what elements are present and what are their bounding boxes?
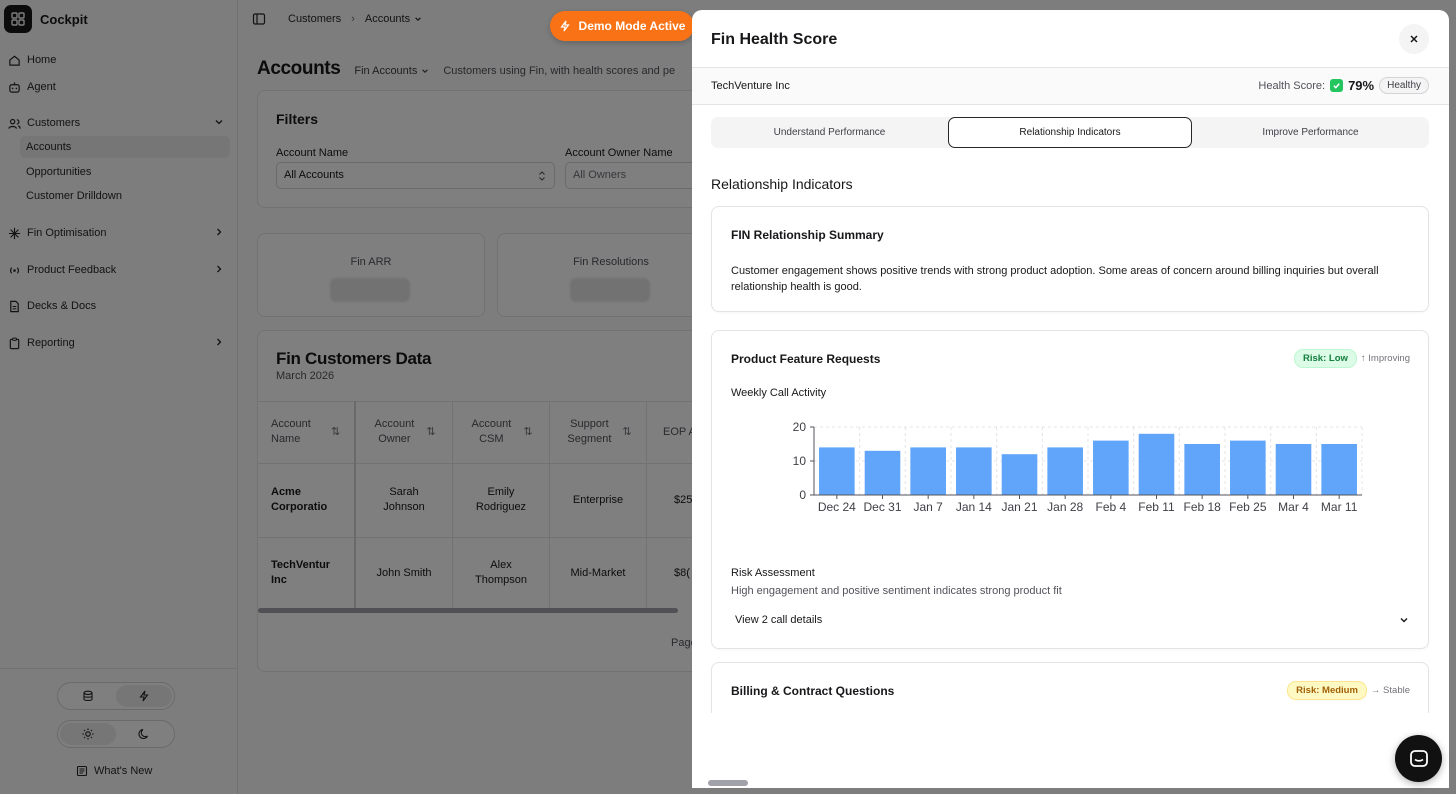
- x-tick-label: Feb 25: [1229, 500, 1267, 514]
- x-tick-label: Mar 4: [1278, 500, 1309, 514]
- chart-bar: [1138, 433, 1175, 495]
- health-score: Health Score: 79% Healthy: [1258, 77, 1429, 94]
- x-tick-label: Mar 11: [1321, 500, 1358, 514]
- health-score-value: 79%: [1348, 78, 1375, 93]
- y-tick-label: 20: [793, 420, 807, 434]
- close-icon: [1410, 35, 1418, 43]
- risk-indicator: Risk: Medium → Stable: [1287, 681, 1410, 700]
- tab-relationship-indicators[interactable]: Relationship Indicators: [948, 117, 1192, 148]
- account-name: TechVenture Inc: [711, 80, 790, 92]
- chart-bar: [819, 447, 855, 495]
- chat-icon: [1409, 749, 1428, 767]
- tab-improve-performance[interactable]: Improve Performance: [1192, 117, 1429, 148]
- call-details-toggle[interactable]: View 2 call details: [735, 614, 1409, 626]
- risk-indicator: Risk: Low ↑ Improving: [1294, 349, 1410, 368]
- chevron-down-icon: [1400, 618, 1408, 623]
- summary-text: Customer engagement shows positive trend…: [731, 265, 1379, 293]
- tab-understand-performance[interactable]: Understand Performance: [711, 117, 948, 148]
- x-tick-label: Jan 28: [1047, 500, 1083, 514]
- modal-footer-fade: [692, 713, 1449, 788]
- relationship-summary-card: FIN Relationship Summary Customer engage…: [711, 206, 1429, 312]
- x-tick-label: Feb 11: [1138, 500, 1175, 514]
- y-tick-label: 10: [793, 454, 807, 468]
- x-tick-label: Jan 7: [913, 500, 943, 514]
- x-tick-label: Dec 31: [863, 500, 901, 514]
- y-tick-label: 0: [799, 488, 806, 502]
- billing-title: Billing & Contract Questions: [731, 684, 895, 698]
- modal-tabs: Understand Performance Relationship Indi…: [711, 117, 1429, 148]
- health-status-badge: Healthy: [1379, 77, 1429, 94]
- x-tick-label: Jan 21: [1001, 500, 1037, 514]
- close-button[interactable]: [1399, 24, 1429, 54]
- tab-label: Relationship Indicators: [1019, 127, 1121, 138]
- risk-assessment-text: High engagement and positive sentiment i…: [731, 585, 1062, 597]
- chart-bar: [1321, 444, 1357, 495]
- lightning-icon: [559, 20, 570, 32]
- chat-launcher-button[interactable]: [1395, 735, 1442, 782]
- feature-requests-title: Product Feature Requests: [731, 352, 881, 366]
- chart-bar: [1275, 444, 1312, 495]
- trend-improving: ↑ Improving: [1360, 353, 1410, 364]
- chart-bar: [1184, 444, 1220, 495]
- weekly-call-activity-chart: 0 10 20 Dec 24 Dec 31 Jan 7 Jan 14 Jan 21 Jan 28…: [793, 420, 1363, 514]
- chart-bar: [1093, 440, 1129, 495]
- risk-medium-badge: Risk: Medium: [1287, 681, 1367, 700]
- demo-mode-label: Demo Mode Active: [578, 19, 686, 33]
- account-bar: TechVenture Inc Health Score: 79% Health…: [692, 67, 1449, 105]
- risk-low-badge: Risk: Low: [1294, 349, 1357, 368]
- chart-bar: [910, 447, 946, 495]
- health-score-modal: Fin Health Score TechVenture Inc Health …: [692, 10, 1449, 788]
- section-title: Relationship Indicators: [711, 176, 853, 192]
- x-tick-label: Feb 4: [1095, 500, 1126, 514]
- chart-title: Weekly Call Activity: [731, 387, 827, 399]
- tab-label: Understand Performance: [773, 127, 886, 138]
- modal-title: Fin Health Score: [711, 31, 838, 48]
- x-tick-label: Dec 24: [818, 500, 856, 514]
- x-tick-label: Feb 18: [1183, 500, 1221, 514]
- check-icon: [1330, 79, 1344, 92]
- chart-bar: [864, 450, 901, 495]
- chart-bar: [956, 447, 992, 495]
- call-details-label: View 2 call details: [735, 614, 823, 626]
- tab-label: Improve Performance: [1262, 127, 1359, 138]
- modal-horizontal-scrollbar[interactable]: [708, 780, 748, 786]
- summary-title: FIN Relationship Summary: [731, 228, 884, 242]
- health-score-label: Health Score:: [1258, 79, 1326, 92]
- x-tick-label: Jan 14: [956, 500, 992, 514]
- chart-bar: [1230, 440, 1266, 495]
- demo-mode-badge[interactable]: Demo Mode Active: [550, 11, 694, 41]
- trend-stable: → Stable: [1370, 685, 1410, 696]
- chart-bar: [1001, 454, 1038, 495]
- feature-requests-card: Product Feature Requests Risk: Low ↑ Imp…: [711, 330, 1429, 649]
- risk-assessment-title: Risk Assessment: [731, 567, 815, 579]
- chart-bar: [1047, 447, 1083, 495]
